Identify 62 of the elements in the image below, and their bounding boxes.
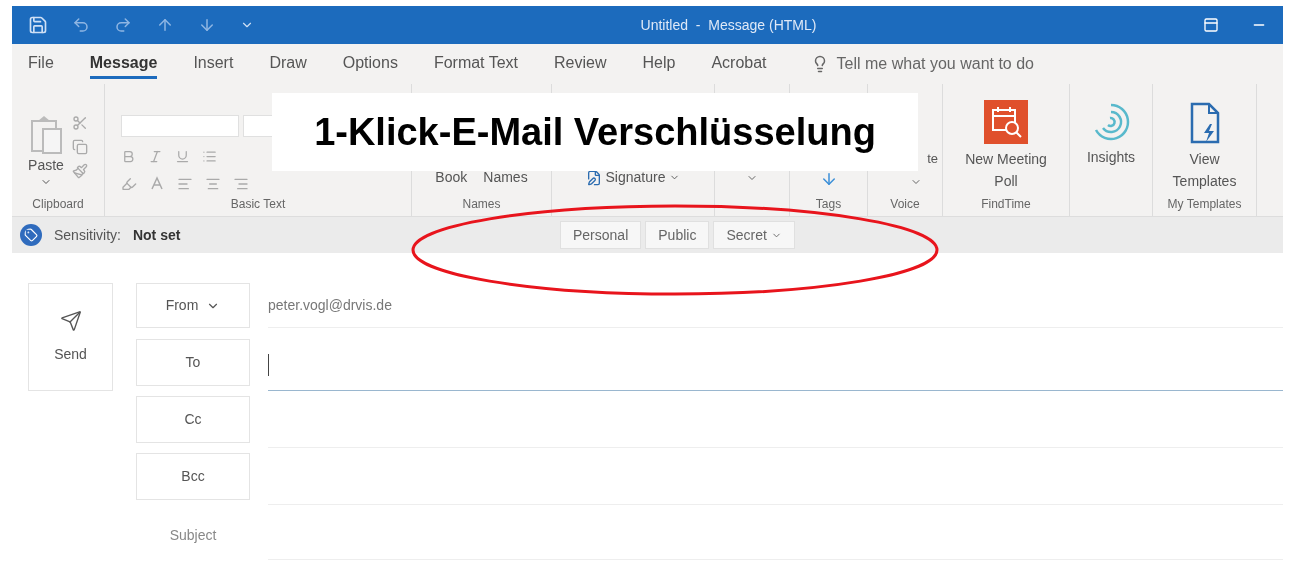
sensitivity-option[interactable]: Public (645, 221, 710, 249)
ribbon-tab[interactable]: Insert (193, 49, 234, 79)
send-button[interactable]: Send (28, 283, 113, 391)
signature-icon (585, 169, 602, 186)
recipient-button[interactable]: To (136, 339, 250, 386)
size-field[interactable] (243, 115, 273, 137)
recipient-button[interactable]: Bcc (136, 453, 250, 500)
dictate-label[interactable]: te (927, 148, 938, 168)
send-icon (59, 309, 82, 332)
group-label: Basic Text (229, 196, 287, 213)
group-label: Voice (889, 196, 921, 213)
down-icon[interactable] (198, 16, 216, 34)
subject-label: Subject (168, 525, 218, 545)
ribbon-tab[interactable]: Acrobat (711, 49, 767, 79)
bold-icon[interactable] (121, 149, 136, 164)
highlighter-icon[interactable] (121, 176, 137, 192)
group-label: Clipboard (31, 196, 85, 213)
ribbon-tab[interactable]: Help (642, 49, 676, 79)
up-icon[interactable] (156, 16, 174, 34)
from-address: peter.vogl@drvis.de (268, 295, 392, 315)
ribbon-tab[interactable]: File (28, 49, 54, 79)
sensitivity-option[interactable]: Personal (560, 221, 642, 249)
align-center-icon[interactable] (205, 176, 221, 192)
recipient-button[interactable]: Cc (136, 396, 250, 443)
ribbon-tab[interactable]: Review (554, 49, 607, 79)
caption-banner: 1-Klick-E-Mail Verschlüsselung (272, 93, 918, 171)
ribbon-tab[interactable]: Format Text (433, 49, 519, 79)
align-right-icon[interactable] (233, 176, 249, 192)
calendar-search-icon (984, 100, 1028, 144)
ribbon-tab[interactable]: Draw (269, 49, 307, 79)
template-icon (1188, 102, 1221, 144)
align-left-icon[interactable] (177, 176, 193, 192)
font-field[interactable] (121, 115, 239, 137)
view-templates-button[interactable]: View Templates (1164, 102, 1245, 192)
new-meeting-poll-button[interactable]: New Meeting Poll (956, 100, 1056, 192)
undo-icon[interactable] (72, 16, 90, 34)
redo-icon[interactable] (114, 16, 132, 34)
sensitivity-label: Sensitivity: (54, 225, 121, 245)
save-icon[interactable] (28, 15, 48, 35)
bullets-icon[interactable] (202, 149, 217, 164)
tell-me-field[interactable]: Tell me what you want to do (810, 52, 1034, 76)
sensitivity-value: Not set (132, 225, 181, 245)
from-button[interactable]: From (136, 283, 250, 328)
ribbon-display-icon[interactable] (1203, 17, 1219, 33)
underline-icon[interactable] (175, 149, 190, 164)
ribbon-tab[interactable]: Options (342, 49, 398, 79)
paste-button[interactable]: Paste (28, 115, 64, 188)
insights-button[interactable]: Insights (1086, 101, 1136, 168)
font-color-icon[interactable] (149, 176, 165, 192)
italic-icon[interactable] (148, 149, 163, 164)
clipboard-icon (29, 115, 63, 155)
group-label: FindTime (980, 196, 1032, 213)
cut-icon[interactable] (71, 115, 88, 131)
ribbon-tab[interactable]: Message (89, 49, 158, 79)
copy-icon[interactable] (71, 139, 88, 155)
window-title: Untitled - Message (HTML) (640, 17, 817, 33)
format-painter-icon[interactable] (71, 163, 88, 179)
tag-icon (20, 224, 42, 246)
group-label: Names (461, 196, 502, 213)
group-label: My Templates (1166, 196, 1243, 213)
sensitivity-option[interactable]: Secret (713, 221, 795, 249)
group-label: Tags (814, 196, 843, 213)
